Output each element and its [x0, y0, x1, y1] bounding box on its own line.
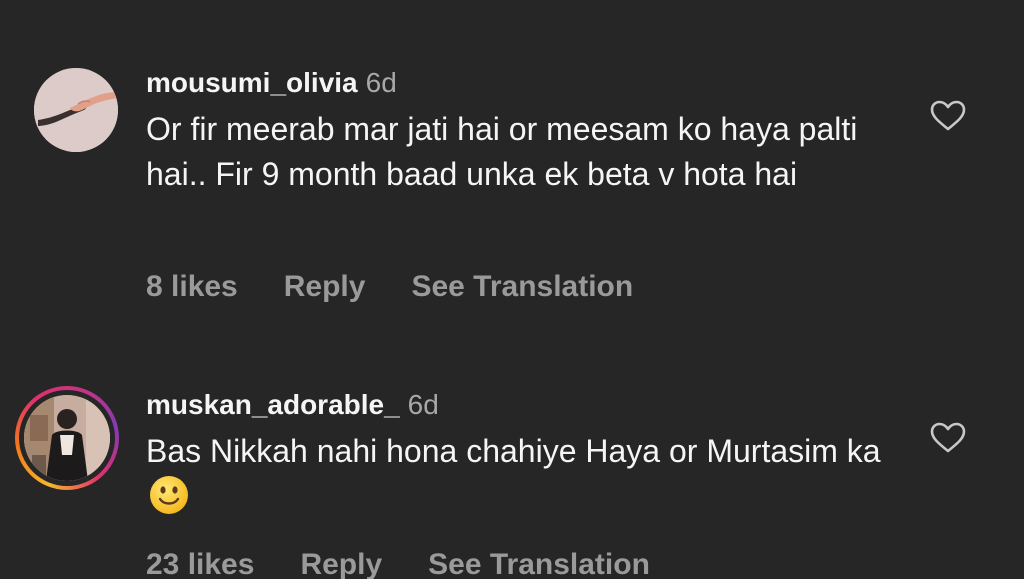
- comment-text: Bas Nikkah nahi hona chahiye Haya or Mur…: [146, 429, 924, 520]
- comment-actions: 23 likes Reply See Translation: [146, 548, 696, 579]
- comment-body: muskan_adorable_ 6d Bas Nikkah nahi hona …: [146, 386, 924, 520]
- comment-text: Or fir meerab mar jati hai or meesam ko …: [146, 111, 858, 192]
- heart-icon[interactable]: [930, 422, 966, 454]
- comment-body: mousumi_olivia 6d Or fir meerab mar jati …: [146, 64, 924, 197]
- person-photo-icon: [24, 395, 110, 481]
- comment-actions: 8 likes Reply See Translation: [146, 270, 679, 304]
- see-translation-button[interactable]: See Translation: [428, 548, 650, 579]
- likes-count[interactable]: 23 likes: [146, 548, 254, 579]
- reply-button[interactable]: Reply: [300, 548, 382, 579]
- timestamp: 6d: [407, 389, 439, 420]
- see-translation-button[interactable]: See Translation: [411, 270, 633, 303]
- comment-header: muskan_adorable_ 6d: [146, 386, 924, 424]
- slightly-smiling-face-emoji-icon: [150, 476, 188, 514]
- reply-button[interactable]: Reply: [284, 270, 366, 303]
- username[interactable]: muskan_adorable_: [146, 389, 400, 420]
- comment-text-content: Bas Nikkah nahi hona chahiye Haya or Mur…: [146, 433, 881, 469]
- username[interactable]: mousumi_olivia: [146, 67, 358, 98]
- avatar[interactable]: [34, 68, 118, 152]
- heart-icon[interactable]: [930, 100, 966, 132]
- comment-header: mousumi_olivia 6d: [146, 64, 924, 102]
- timestamp: 6d: [365, 67, 397, 98]
- avatar: [24, 395, 110, 481]
- comments-screen: mousumi_olivia 6d Or fir meerab mar jati …: [0, 0, 1024, 579]
- hand-holding-icon: [34, 68, 118, 152]
- story-ring[interactable]: [15, 386, 119, 490]
- likes-count[interactable]: 8 likes: [146, 270, 238, 303]
